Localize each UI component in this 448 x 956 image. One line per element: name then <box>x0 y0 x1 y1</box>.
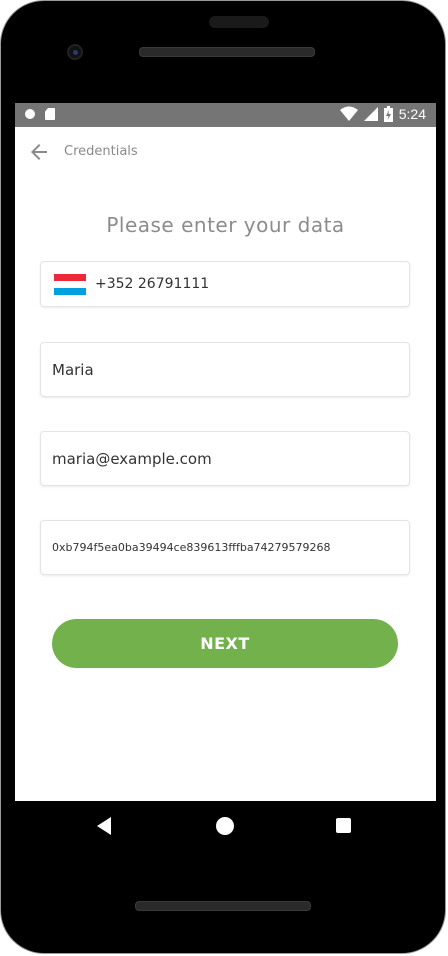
signal-icon <box>363 107 378 121</box>
name-field[interactable]: Maria <box>40 342 410 397</box>
notification-circle-icon <box>25 109 35 119</box>
home-icon[interactable] <box>216 817 234 835</box>
recents-icon[interactable] <box>336 818 351 833</box>
sd-card-icon <box>45 108 55 120</box>
email-value: maria@example.com <box>52 449 212 468</box>
front-camera <box>67 44 83 60</box>
wallet-address-value: 0xb794f5ea0ba39494ce839613fffba742795792… <box>52 541 331 554</box>
device-frame: 5:24 Credentials Please enter your data … <box>0 0 446 954</box>
app-bar: Credentials <box>15 127 436 177</box>
navigation-bar <box>15 801 436 851</box>
wifi-icon <box>339 106 358 121</box>
luxembourg-flag-icon[interactable] <box>54 274 86 295</box>
arrow-left-icon[interactable] <box>27 140 51 164</box>
bottom-speaker <box>135 901 311 911</box>
email-field[interactable]: maria@example.com <box>40 431 410 486</box>
earpiece-speaker <box>139 47 315 57</box>
phone-field[interactable]: +352 26791111 <box>40 261 410 307</box>
page-title: Credentials <box>64 144 138 159</box>
name-value: Maria <box>52 360 94 379</box>
battery-charging-icon <box>383 106 393 122</box>
status-time: 5:24 <box>398 106 426 122</box>
status-bar: 5:24 <box>15 103 436 127</box>
app-screen: 5:24 Credentials Please enter your data … <box>15 103 436 801</box>
form-headline: Please enter your data <box>106 213 345 237</box>
back-icon[interactable] <box>97 817 111 835</box>
phone-value: +352 26791111 <box>95 276 210 292</box>
next-button[interactable]: NEXT <box>52 619 398 668</box>
wallet-address-field[interactable]: 0xb794f5ea0ba39494ce839613fffba742795792… <box>40 520 410 575</box>
top-sensor <box>209 16 269 28</box>
